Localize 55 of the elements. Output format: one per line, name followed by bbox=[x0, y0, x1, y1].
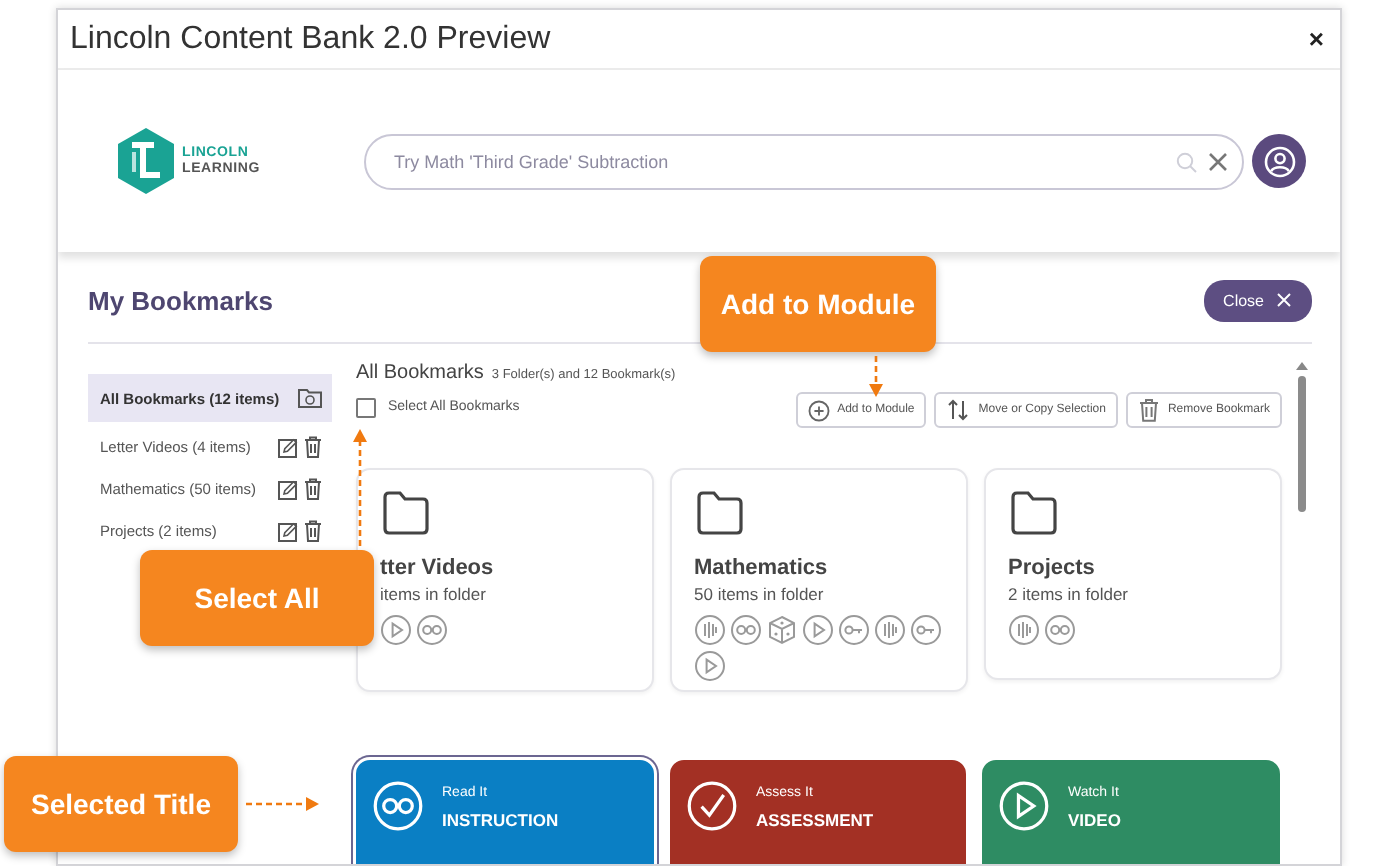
callout-label: Add to Module bbox=[700, 256, 936, 352]
key-icon bbox=[910, 614, 942, 646]
dashed-arrow bbox=[868, 356, 884, 398]
sound-icon bbox=[874, 614, 906, 646]
play-icon bbox=[998, 780, 1050, 832]
play-icon bbox=[694, 650, 726, 682]
check-icon bbox=[686, 780, 738, 832]
dice-icon bbox=[766, 614, 798, 646]
plus-icon bbox=[807, 399, 830, 421]
folder-title: Mathematics bbox=[694, 556, 830, 580]
folder-title: tter Videos bbox=[380, 556, 496, 580]
sound-icon bbox=[694, 614, 726, 646]
scrollbar-thumb[interactable] bbox=[1298, 376, 1306, 512]
glasses-icon bbox=[416, 614, 448, 646]
scroll-up-icon[interactable] bbox=[1296, 362, 1308, 370]
key-icon bbox=[838, 614, 870, 646]
folder-title: Projects bbox=[1008, 556, 1097, 580]
search-icon bbox=[1176, 151, 1198, 173]
edit-icon[interactable] bbox=[278, 479, 298, 499]
folder-icon[interactable] bbox=[694, 490, 746, 536]
page-title: My Bookmarks bbox=[88, 285, 273, 315]
callout-label: Select All bbox=[140, 550, 374, 646]
trash-icon[interactable] bbox=[304, 436, 322, 458]
dashed-arrow bbox=[246, 796, 320, 812]
glasses-icon bbox=[730, 614, 762, 646]
checkbox[interactable] bbox=[356, 397, 376, 417]
close-icon bbox=[1276, 292, 1292, 308]
edit-icon[interactable] bbox=[278, 437, 298, 457]
folder-icon[interactable] bbox=[380, 490, 432, 536]
trash-icon[interactable] bbox=[304, 478, 322, 500]
close-button[interactable]: Close bbox=[1203, 279, 1312, 321]
folder-count: 50 items in folder bbox=[694, 584, 826, 604]
window-title: Lincoln Content Bank 2.0 Preview bbox=[70, 21, 551, 57]
user-icon bbox=[1263, 145, 1295, 177]
folder-icon[interactable] bbox=[1008, 490, 1060, 536]
trash-icon[interactable] bbox=[304, 520, 322, 542]
play-icon bbox=[802, 614, 834, 646]
play-icon bbox=[380, 614, 412, 646]
trash-icon bbox=[1137, 398, 1160, 422]
folder-count: 2 items in folder bbox=[1008, 584, 1130, 604]
up-down-arrows-icon bbox=[946, 398, 971, 422]
folder-add-icon[interactable] bbox=[298, 388, 322, 408]
dashed-arrow bbox=[352, 428, 368, 546]
search-field[interactable]: Try Math 'Third Grade' Subtraction bbox=[364, 133, 1244, 189]
glasses-icon bbox=[372, 780, 424, 832]
clear-icon[interactable] bbox=[1208, 152, 1228, 172]
section-title: All Bookmarks bbox=[356, 362, 484, 384]
logo-icon bbox=[116, 128, 176, 194]
sound-icon bbox=[1008, 614, 1040, 646]
edit-icon[interactable] bbox=[278, 521, 298, 541]
folder-count: items in folder bbox=[380, 584, 488, 604]
close-button[interactable]: × bbox=[1304, 24, 1328, 54]
callout-label: Selected Title bbox=[4, 756, 238, 852]
glasses-icon bbox=[1044, 614, 1076, 646]
avatar-button[interactable] bbox=[1252, 134, 1306, 188]
